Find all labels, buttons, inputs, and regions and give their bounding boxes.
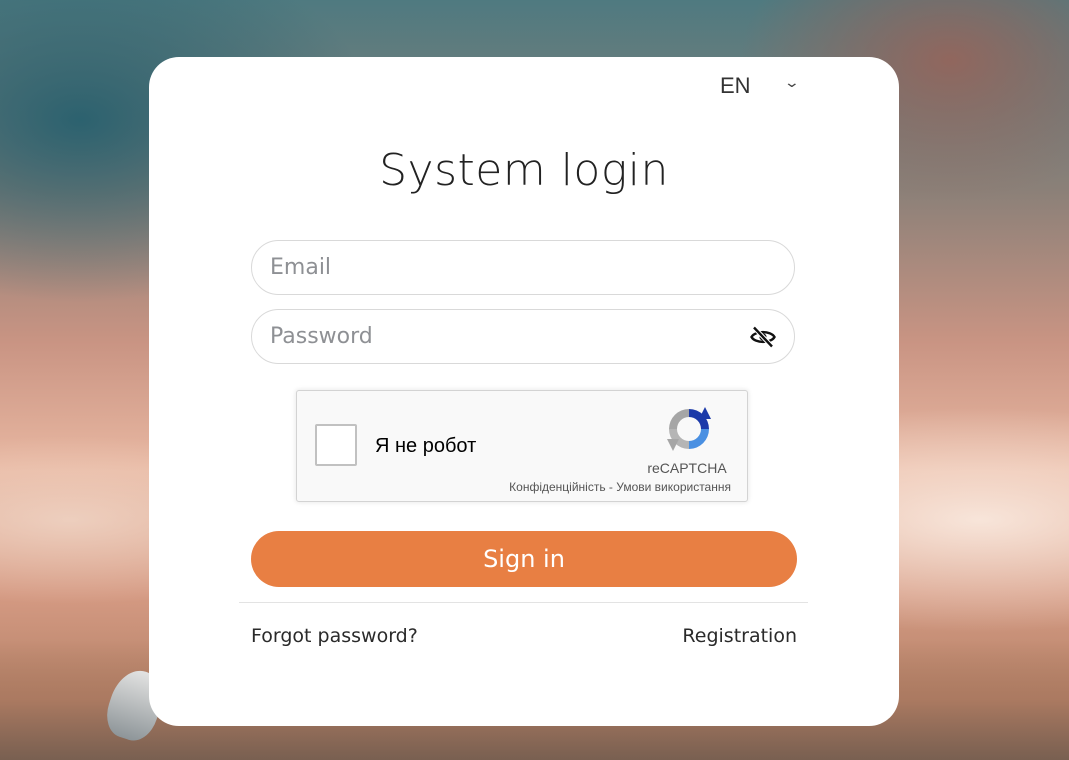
page-title: System login (379, 145, 669, 196)
recaptcha-widget: Я не робот reCAPTCHA Конфіденційність - … (296, 390, 748, 502)
forgot-password-link[interactable]: Forgot password? (251, 625, 418, 647)
recaptcha-brand: reCAPTCHA (647, 460, 727, 476)
password-input[interactable] (270, 310, 730, 363)
signin-button[interactable]: Sign in (251, 531, 797, 587)
registration-link[interactable]: Registration (682, 625, 797, 647)
chevron-down-icon: ⌄ (783, 75, 801, 91)
recaptcha-links: Конфіденційність - Умови використання (509, 480, 731, 494)
login-card: EN ⌄ System login Я не робот reCAPTCHA К… (149, 57, 899, 726)
divider (239, 602, 808, 603)
password-field (251, 309, 795, 364)
terms-link[interactable]: Умови використання (616, 480, 731, 494)
recaptcha-logo-icon (667, 407, 711, 451)
privacy-link[interactable]: Конфіденційність (509, 480, 605, 494)
links-separator: - (605, 480, 617, 494)
captcha-checkbox-label: Я не робот (375, 435, 477, 457)
email-field (251, 240, 795, 295)
eye-slash-icon[interactable] (750, 326, 776, 348)
captcha-checkbox[interactable] (315, 424, 357, 466)
language-selector[interactable]: EN ⌄ (720, 71, 800, 101)
language-label: EN (720, 73, 751, 98)
email-input[interactable] (270, 241, 730, 294)
